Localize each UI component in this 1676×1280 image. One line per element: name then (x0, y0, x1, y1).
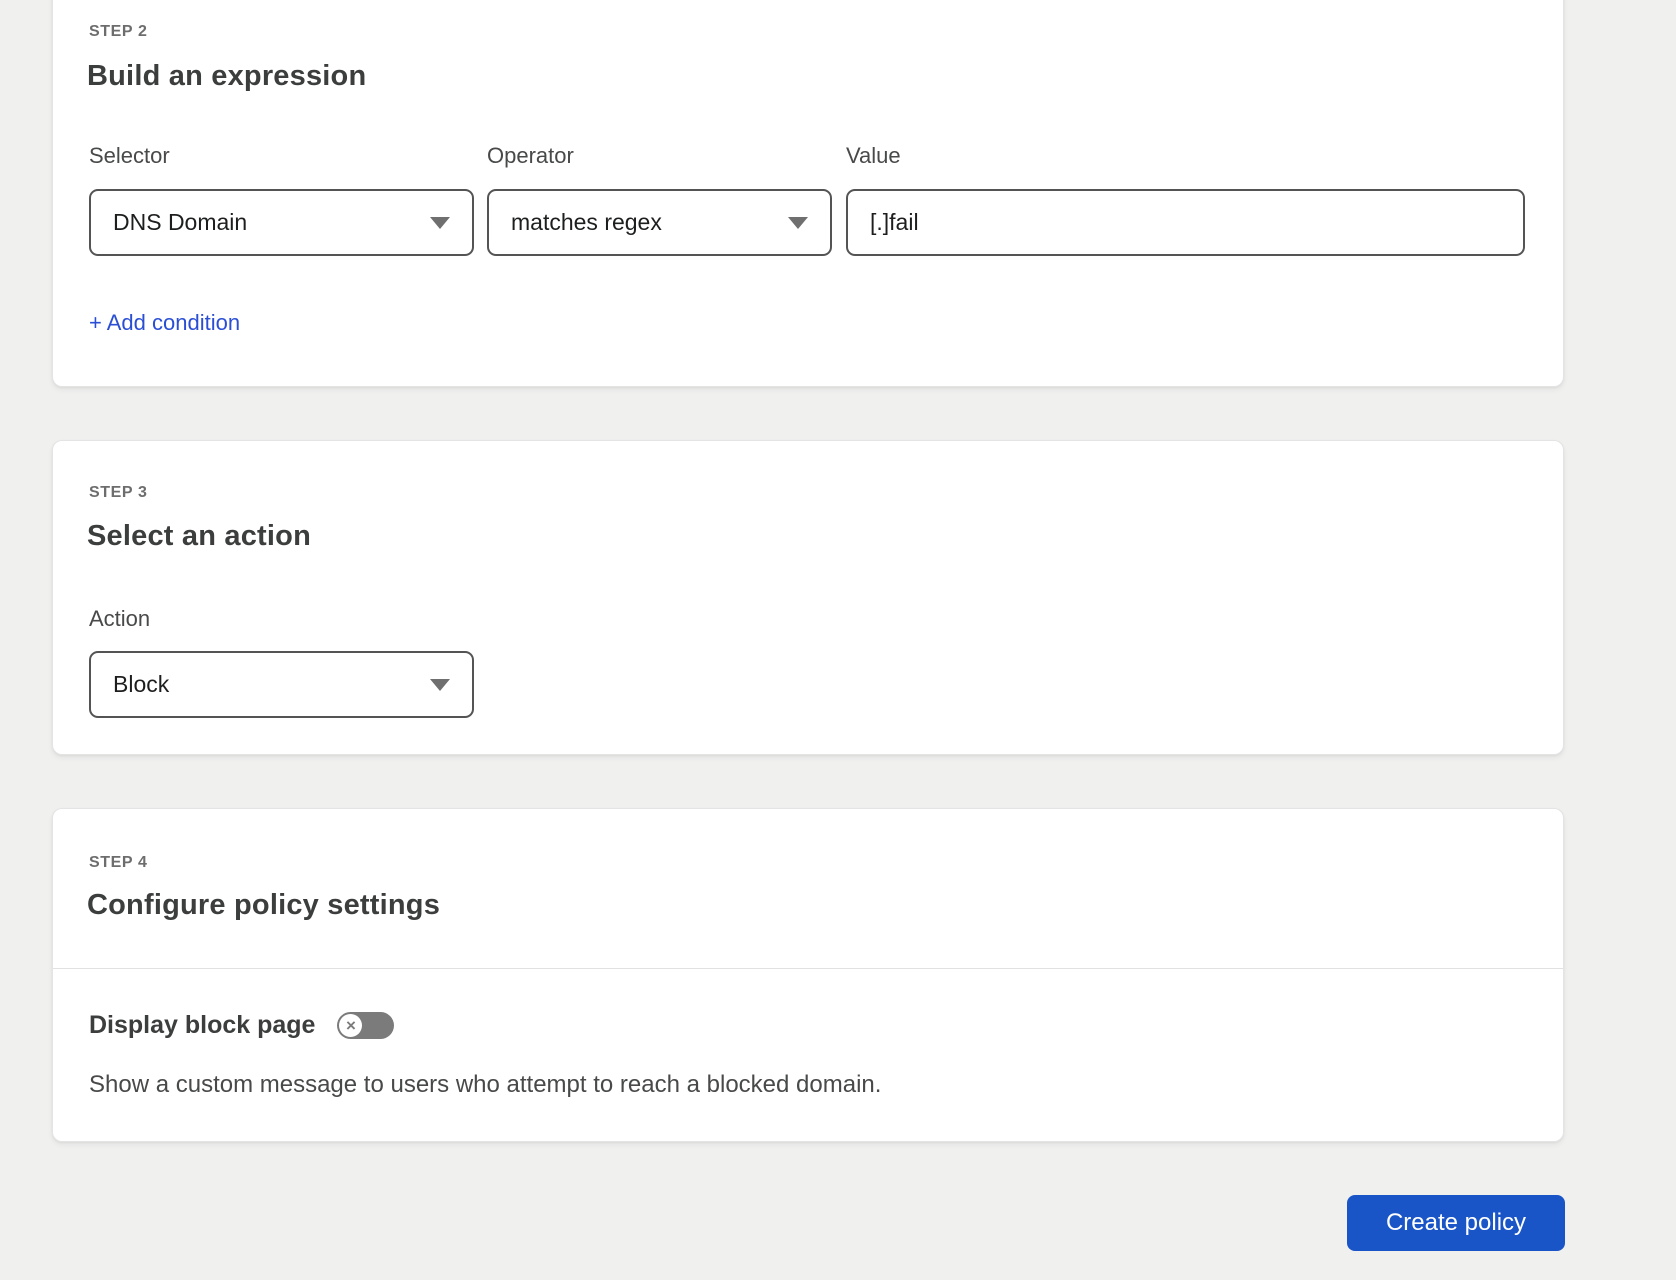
selector-label: Selector (89, 143, 170, 168)
step4-title: Configure policy settings (87, 889, 441, 921)
caret-down-icon (788, 216, 808, 229)
operator-dropdown[interactable]: matches regex (487, 189, 832, 256)
display-block-page-row: Display block page × (89, 1009, 395, 1041)
operator-label: Operator (487, 143, 574, 168)
operator-dropdown-value: matches regex (511, 209, 662, 235)
section-divider (53, 968, 1563, 969)
toggle-off-x-icon: × (339, 1013, 363, 1037)
step3-title: Select an action (87, 520, 311, 552)
step4-card: STEP 4 Configure policy settings Display… (52, 808, 1564, 1142)
action-label: Action (89, 606, 151, 631)
step3-card: STEP 3 Select an action Action Block (52, 440, 1564, 755)
step2-label: STEP 2 (89, 23, 148, 40)
create-policy-button[interactable]: Create policy (1347, 1195, 1565, 1251)
display-block-page-toggle[interactable]: × (337, 1011, 395, 1039)
caret-down-icon (430, 678, 450, 691)
caret-down-icon (430, 216, 450, 229)
display-block-page-label: Display block page (89, 1011, 316, 1039)
action-dropdown-value: Block (113, 671, 170, 697)
step2-title: Build an expression (87, 60, 367, 92)
step4-label: STEP 4 (89, 854, 148, 871)
value-input[interactable] (846, 189, 1525, 256)
display-block-page-description: Show a custom message to users who attem… (89, 1071, 882, 1098)
step3-label: STEP 3 (89, 484, 148, 501)
action-dropdown[interactable]: Block (89, 651, 474, 718)
step2-card: STEP 2 Build an expression Selector Oper… (52, 0, 1564, 387)
value-label: Value (846, 143, 901, 168)
selector-dropdown[interactable]: DNS Domain (89, 189, 474, 256)
selector-dropdown-value: DNS Domain (113, 209, 248, 235)
add-condition-link[interactable]: + Add condition (89, 309, 240, 337)
